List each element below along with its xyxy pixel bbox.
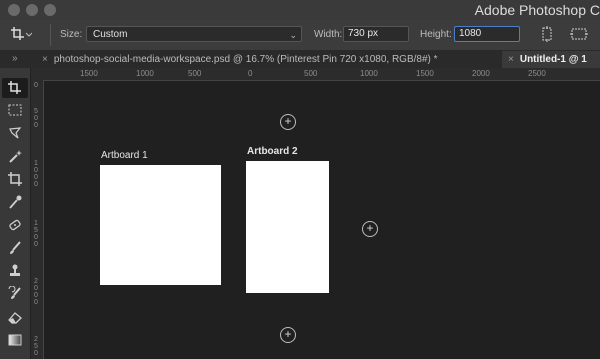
vertical-ruler[interactable]: 0 5 0 0 1 0 0 0 1 5 0 0 2 0 0 0 2 5 0 [31, 80, 44, 359]
ruler-tick-label: 1000 [360, 69, 378, 78]
ruler-tick-label: 0 [248, 69, 253, 78]
ruler-tick-label: 1 5 0 0 [34, 220, 38, 248]
add-artboard-bottom-button[interactable]: + [280, 327, 296, 343]
tab-workspace-document[interactable]: × photoshop-social-media-workspace.psd @ … [38, 51, 504, 68]
ruler-tick-label: 1000 [136, 69, 154, 78]
options-divider [50, 24, 51, 46]
artboard-tool-preset-icon[interactable] [10, 25, 33, 48]
ruler-tick-label: 2 5 0 [34, 336, 38, 357]
clone-stamp-icon[interactable] [2, 261, 28, 281]
ruler-tick-label: 2 0 0 0 [34, 278, 38, 306]
add-artboard-top-button[interactable]: + [280, 114, 296, 130]
app-title: Adobe Photoshop C [474, 2, 600, 18]
size-select[interactable]: Custom ⌄ [86, 26, 302, 42]
add-artboard-right-button[interactable]: + [362, 221, 378, 237]
ruler-tick-label: 500 [304, 69, 318, 78]
magic-wand-icon[interactable] [2, 146, 28, 166]
tab-label: photoshop-social-media-workspace.psd @ 1… [53, 54, 438, 65]
ruler-tick-label: 1 0 0 0 [34, 160, 38, 188]
make-landscape-icon[interactable] [570, 26, 588, 47]
zoom-window-button[interactable] [44, 4, 56, 16]
tab-label: Untitled-1 @ 1 [519, 54, 587, 65]
window-titlebar: Adobe Photoshop C [0, 0, 600, 20]
size-select-value: Custom [93, 29, 128, 40]
close-icon[interactable]: × [508, 54, 514, 65]
gradient-icon[interactable] [2, 330, 28, 350]
ruler-tick-label: 1500 [80, 69, 98, 78]
horizontal-ruler[interactable]: 1500 1000 500 0 500 1000 1500 2000 2500 [38, 68, 600, 81]
brush-icon[interactable] [2, 238, 28, 258]
make-portrait-icon[interactable] [539, 26, 555, 47]
close-icon[interactable]: × [42, 54, 48, 65]
ruler-tick-label: 500 [188, 69, 202, 78]
eyedropper-icon[interactable] [2, 192, 28, 212]
artboard-1-label[interactable]: Artboard 1 [101, 150, 148, 161]
artboard-2-label[interactable]: Artboard 2 [247, 146, 298, 157]
tab-untitled-1[interactable]: × Untitled-1 @ 1 [502, 51, 600, 68]
artboard-2[interactable] [246, 161, 329, 293]
eraser-icon[interactable] [2, 307, 28, 327]
ruler-tick-label: 2500 [528, 69, 546, 78]
height-label: Height: [420, 29, 452, 40]
tools-panel [0, 68, 31, 359]
ruler-tick-label: 0 [34, 82, 38, 89]
crop-tool-icon[interactable] [2, 169, 28, 189]
ruler-tick-label: 5 0 0 [34, 108, 38, 129]
ruler-tick-label: 2000 [472, 69, 490, 78]
width-field[interactable]: 730 px [343, 26, 409, 42]
history-brush-icon[interactable] [2, 284, 28, 304]
height-field[interactable]: 1080 [454, 26, 520, 42]
artboard-tool-icon[interactable] [2, 78, 28, 98]
ruler-tick-label: 1500 [416, 69, 434, 78]
minimize-window-button[interactable] [26, 4, 38, 16]
marquee-tool-icon[interactable] [2, 100, 28, 120]
document-tab-bar: » × photoshop-social-media-workspace.psd … [0, 51, 600, 69]
lasso-tool-icon[interactable] [2, 123, 28, 143]
options-bar: Size: Custom ⌄ Width: 730 px Height: 108… [0, 20, 600, 51]
close-window-button[interactable] [8, 4, 20, 16]
size-label: Size: [60, 29, 83, 40]
artboard-1[interactable] [100, 165, 221, 285]
expand-panels-icon[interactable]: » [12, 53, 18, 64]
healing-brush-icon[interactable] [2, 215, 28, 235]
chevron-down-icon: ⌄ [289, 30, 297, 40]
width-label: Width: [314, 29, 343, 40]
